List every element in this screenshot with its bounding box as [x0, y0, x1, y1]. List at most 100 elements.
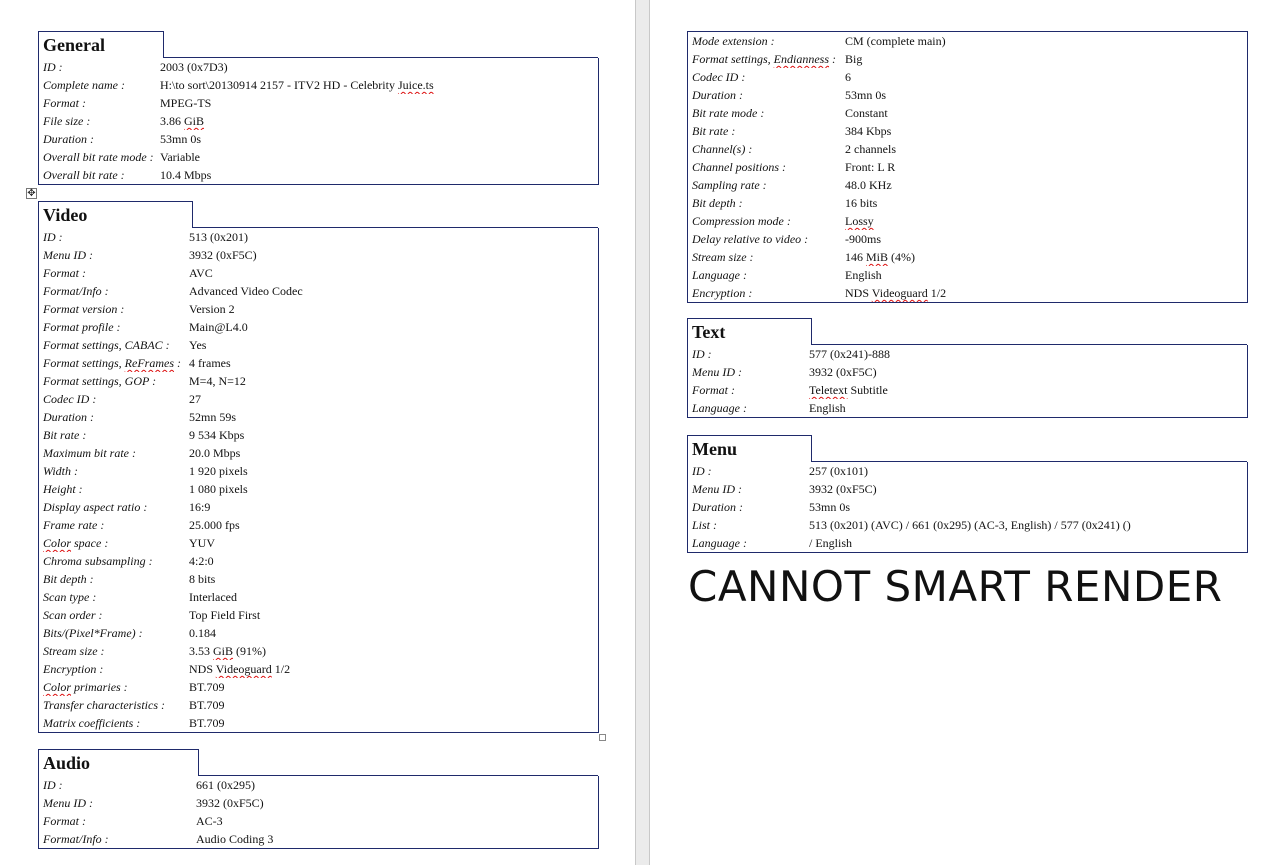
property-value: / English	[809, 536, 853, 550]
property-row-stream-size: Stream size : 146 MiB (4%)	[688, 248, 1247, 266]
menu-section: Menu ID : 257 (0x101) Menu ID : 3932 (0xF5C)…	[687, 435, 1248, 553]
property-label: ID :	[692, 464, 712, 478]
property-label: Overall bit rate :	[43, 168, 125, 182]
property-row-format-info: Format/Info : Audio Coding 3	[39, 830, 598, 848]
property-value: 4 frames	[189, 356, 231, 370]
property-label: Format settings, CABAC :	[43, 338, 170, 352]
property-row-format-profile: Format profile : Main@L4.0	[39, 318, 598, 336]
property-label: Format version :	[43, 302, 125, 316]
property-label: Bit depth :	[692, 196, 743, 210]
property-label: Duration :	[43, 410, 94, 424]
property-value: Constant	[845, 106, 888, 120]
property-row-compression-mode: Compression mode : Lossy	[688, 212, 1247, 230]
property-value: 1 080 pixels	[189, 482, 248, 496]
property-row-overall-bit-rate: Overall bit rate : 10.4 Mbps	[39, 166, 598, 184]
property-row-chroma-subsampling: Chroma subsampling : 4:2:0	[39, 552, 598, 570]
property-label: Codec ID :	[43, 392, 97, 406]
property-value: 2003 (0x7D3)	[160, 60, 228, 74]
property-label: ID :	[43, 778, 63, 792]
property-row-duration: Duration : 53mn 0s	[688, 498, 1247, 516]
property-label: ID :	[692, 347, 712, 361]
property-value: 3932 (0xF5C)	[189, 248, 257, 262]
cannot-smart-render-banner: CANNOT SMART RENDER	[688, 562, 1223, 611]
property-label: Duration :	[692, 88, 743, 102]
property-label: Duration :	[692, 500, 743, 514]
property-row-id: ID : 257 (0x101)	[688, 462, 1247, 480]
property-value: AC-3	[196, 814, 223, 828]
property-value: 2 channels	[845, 142, 896, 156]
audio-continued-section: Mode extension : CM (complete main) Format…	[687, 31, 1248, 303]
property-row-language: Language : English	[688, 399, 1247, 417]
property-row-menu-id: Menu ID : 3932 (0xF5C)	[39, 246, 598, 264]
table-resize-handle[interactable]	[599, 734, 606, 741]
property-label: Duration :	[43, 132, 94, 146]
property-row-format-info: Format/Info : Advanced Video Codec	[39, 282, 598, 300]
property-row-encryption: Encryption : NDS Videoguard 1/2	[39, 660, 598, 678]
property-label: File size :	[43, 114, 91, 128]
property-row-codec-id: Codec ID : 6	[688, 68, 1247, 86]
audio-section-title: Audio	[38, 749, 199, 776]
property-label: Language :	[692, 268, 747, 282]
property-value: Front: L R	[845, 160, 896, 174]
property-value: 3.53 GiB (91%)	[189, 644, 267, 658]
property-row-channel-s: Channel(s) : 2 channels	[688, 140, 1247, 158]
property-row-id: ID : 513 (0x201)	[39, 228, 598, 246]
property-value: Variable	[160, 150, 200, 164]
property-row-duration: Duration : 52mn 59s	[39, 408, 598, 426]
property-row-duration: Duration : 53mn 0s	[688, 86, 1247, 104]
property-label: Menu ID :	[43, 248, 93, 262]
property-value: Audio Coding 3	[196, 832, 274, 846]
property-row-format-version: Format version : Version 2	[39, 300, 598, 318]
property-row-transfer-characteristics: Transfer characteristics : BT.709	[39, 696, 598, 714]
table-move-handle-icon[interactable]: ✥	[26, 188, 37, 199]
property-label: Format/Info :	[43, 284, 109, 298]
audio-section: Audio ID : 661 (0x295) Menu ID : 3932 (0xF5C…	[38, 749, 599, 849]
property-value: 20.0 Mbps	[189, 446, 241, 460]
property-value: 27	[189, 392, 201, 406]
table-border	[812, 344, 1247, 345]
property-value: 53mn 0s	[845, 88, 887, 102]
general-section: General ID : 2003 (0x7D3) Complete name : H:…	[38, 31, 599, 185]
table-border	[812, 461, 1247, 462]
property-label: Format :	[43, 266, 86, 280]
property-row-color-space: Color space : YUV	[39, 534, 598, 552]
property-value: 513 (0x201) (AVC) / 661 (0x295) (AC-3, E…	[809, 518, 1131, 532]
property-value: H:\to sort\20130914 2157 - ITV2 HD - Cel…	[160, 78, 434, 92]
property-value: Version 2	[189, 302, 235, 316]
property-value: Big	[845, 52, 863, 66]
property-value: 10.4 Mbps	[160, 168, 212, 182]
property-row-id: ID : 577 (0x241)-888	[688, 345, 1247, 363]
property-row-bit-rate: Bit rate : 384 Kbps	[688, 122, 1247, 140]
property-value: 661 (0x295)	[196, 778, 255, 792]
property-value: 3932 (0xF5C)	[809, 482, 877, 496]
property-label: Channel positions :	[692, 160, 787, 174]
video-section: Video ID : 513 (0x201) Menu ID : 3932 (0xF5C…	[38, 201, 599, 733]
property-label: Color primaries :	[43, 680, 128, 694]
audio-properties-table: ID : 661 (0x295) Menu ID : 3932 (0xF5C) Form…	[38, 775, 599, 849]
property-label: Channel(s) :	[692, 142, 753, 156]
property-value: Interlaced	[189, 590, 237, 604]
property-value: 25.000 fps	[189, 518, 240, 532]
table-border	[199, 775, 598, 776]
property-row-duration: Duration : 53mn 0s	[39, 130, 598, 148]
property-row-height: Height : 1 080 pixels	[39, 480, 598, 498]
property-value: M=4, N=12	[189, 374, 246, 388]
property-label: Overall bit rate mode :	[43, 150, 154, 164]
property-row-bit-rate: Bit rate : 9 534 Kbps	[39, 426, 598, 444]
general-properties-table: ID : 2003 (0x7D3) Complete name : H:\to sor…	[38, 57, 599, 185]
property-row-format: Format : AVC	[39, 264, 598, 282]
property-row-format: Format : Teletext Subtitle	[688, 381, 1247, 399]
property-row-mode-extension: Mode extension : CM (complete main)	[688, 32, 1247, 50]
property-label: Format :	[43, 814, 86, 828]
property-row-bits-pixel-frame: Bits/(Pixel*Frame) : 0.184	[39, 624, 598, 642]
property-value: English	[809, 401, 846, 415]
property-value: 6	[845, 70, 851, 84]
property-label: Codec ID :	[692, 70, 746, 84]
property-label: Maximum bit rate :	[43, 446, 136, 460]
page-gutter	[635, 0, 650, 865]
property-row-menu-id: Menu ID : 3932 (0xF5C)	[688, 363, 1247, 381]
property-value: English	[845, 268, 882, 282]
property-label: Format profile :	[43, 320, 121, 334]
property-label: Bits/(Pixel*Frame) :	[43, 626, 143, 640]
property-value: -900ms	[845, 232, 881, 246]
